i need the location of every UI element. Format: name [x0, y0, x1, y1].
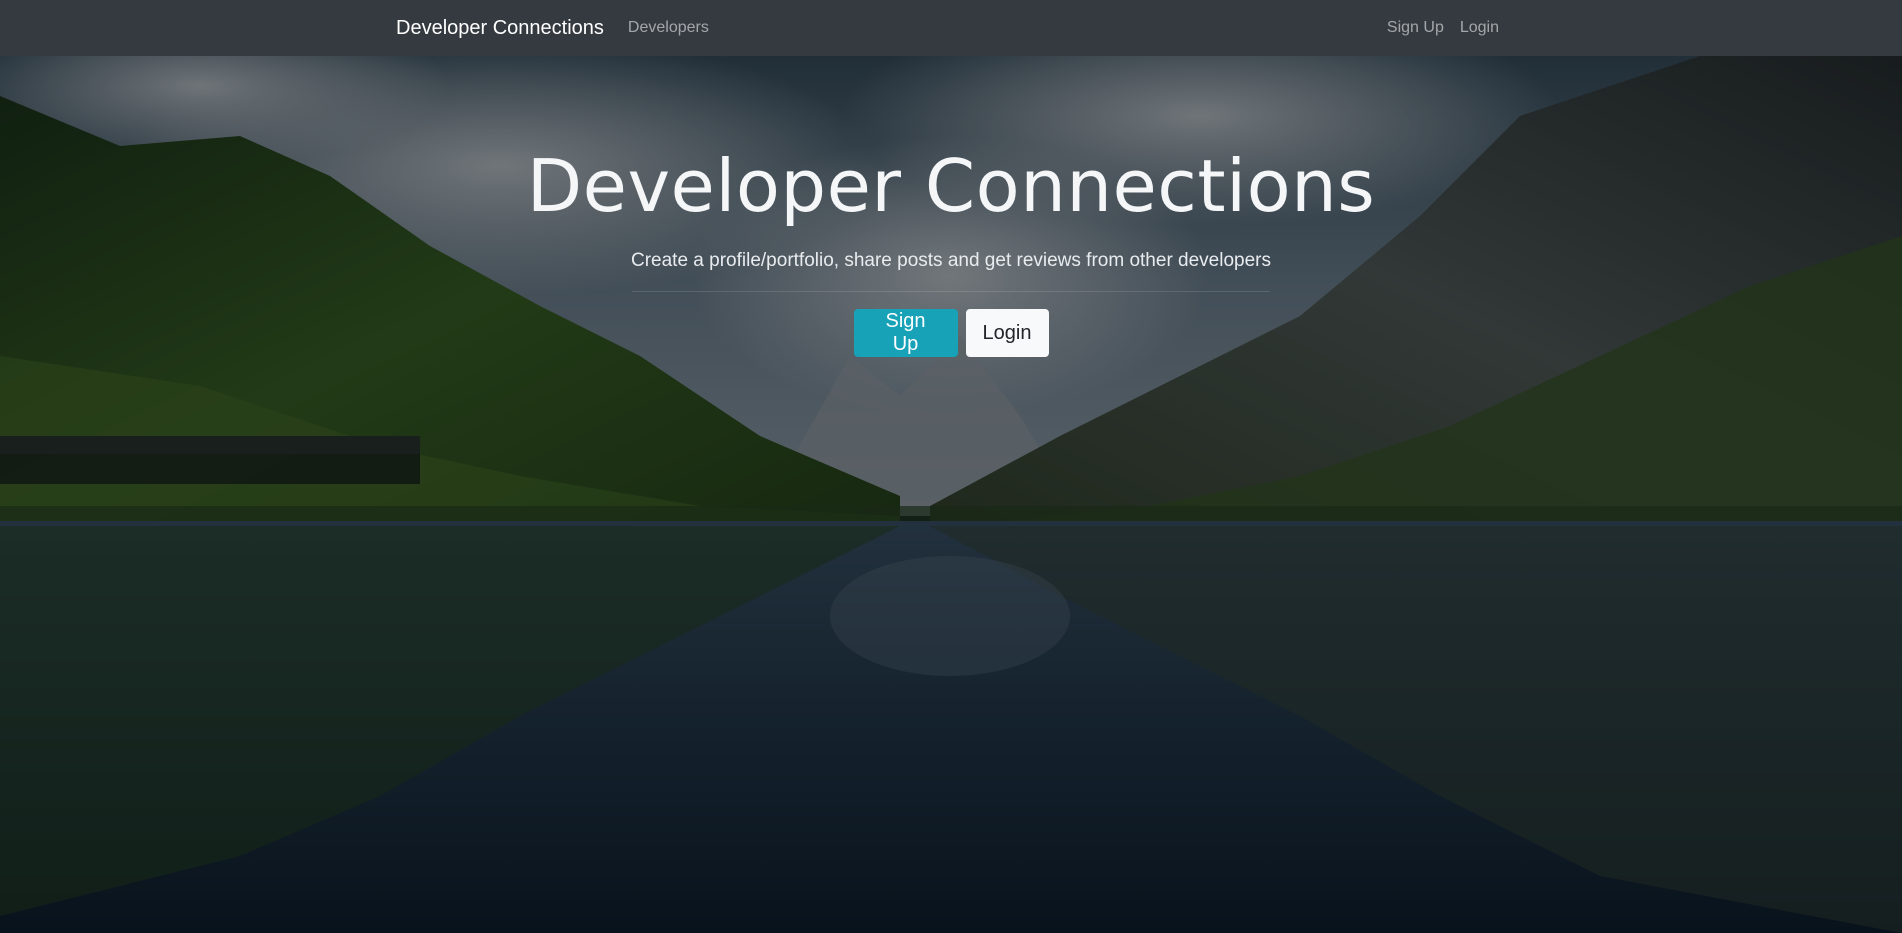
navbar-container: Developer Connections Developers Sign Up…	[396, 0, 1506, 56]
hero-content: Developer Connections Create a profile/p…	[0, 56, 1902, 933]
hero-button-row: Sign Up Login	[0, 309, 1902, 357]
navbar-brand[interactable]: Developer Connections	[396, 17, 604, 40]
nav-link-sign-up[interactable]: Sign Up	[1387, 19, 1444, 37]
hero-lead-text: Create a profile/portfolio, share posts …	[631, 250, 1271, 271]
nav-link-developers[interactable]: Developers	[628, 19, 709, 37]
nav-link-login[interactable]: Login	[1460, 19, 1499, 37]
hero-divider	[632, 291, 1270, 292]
login-button[interactable]: Login	[965, 309, 1049, 357]
navbar-right-links: Sign Up Login	[1387, 19, 1506, 37]
hero-title: Developer Connections	[526, 144, 1376, 228]
hero-section: Developer Connections Create a profile/p…	[0, 56, 1902, 933]
navbar: Developer Connections Developers Sign Up…	[0, 0, 1902, 56]
sign-up-button[interactable]: Sign Up	[853, 309, 958, 357]
